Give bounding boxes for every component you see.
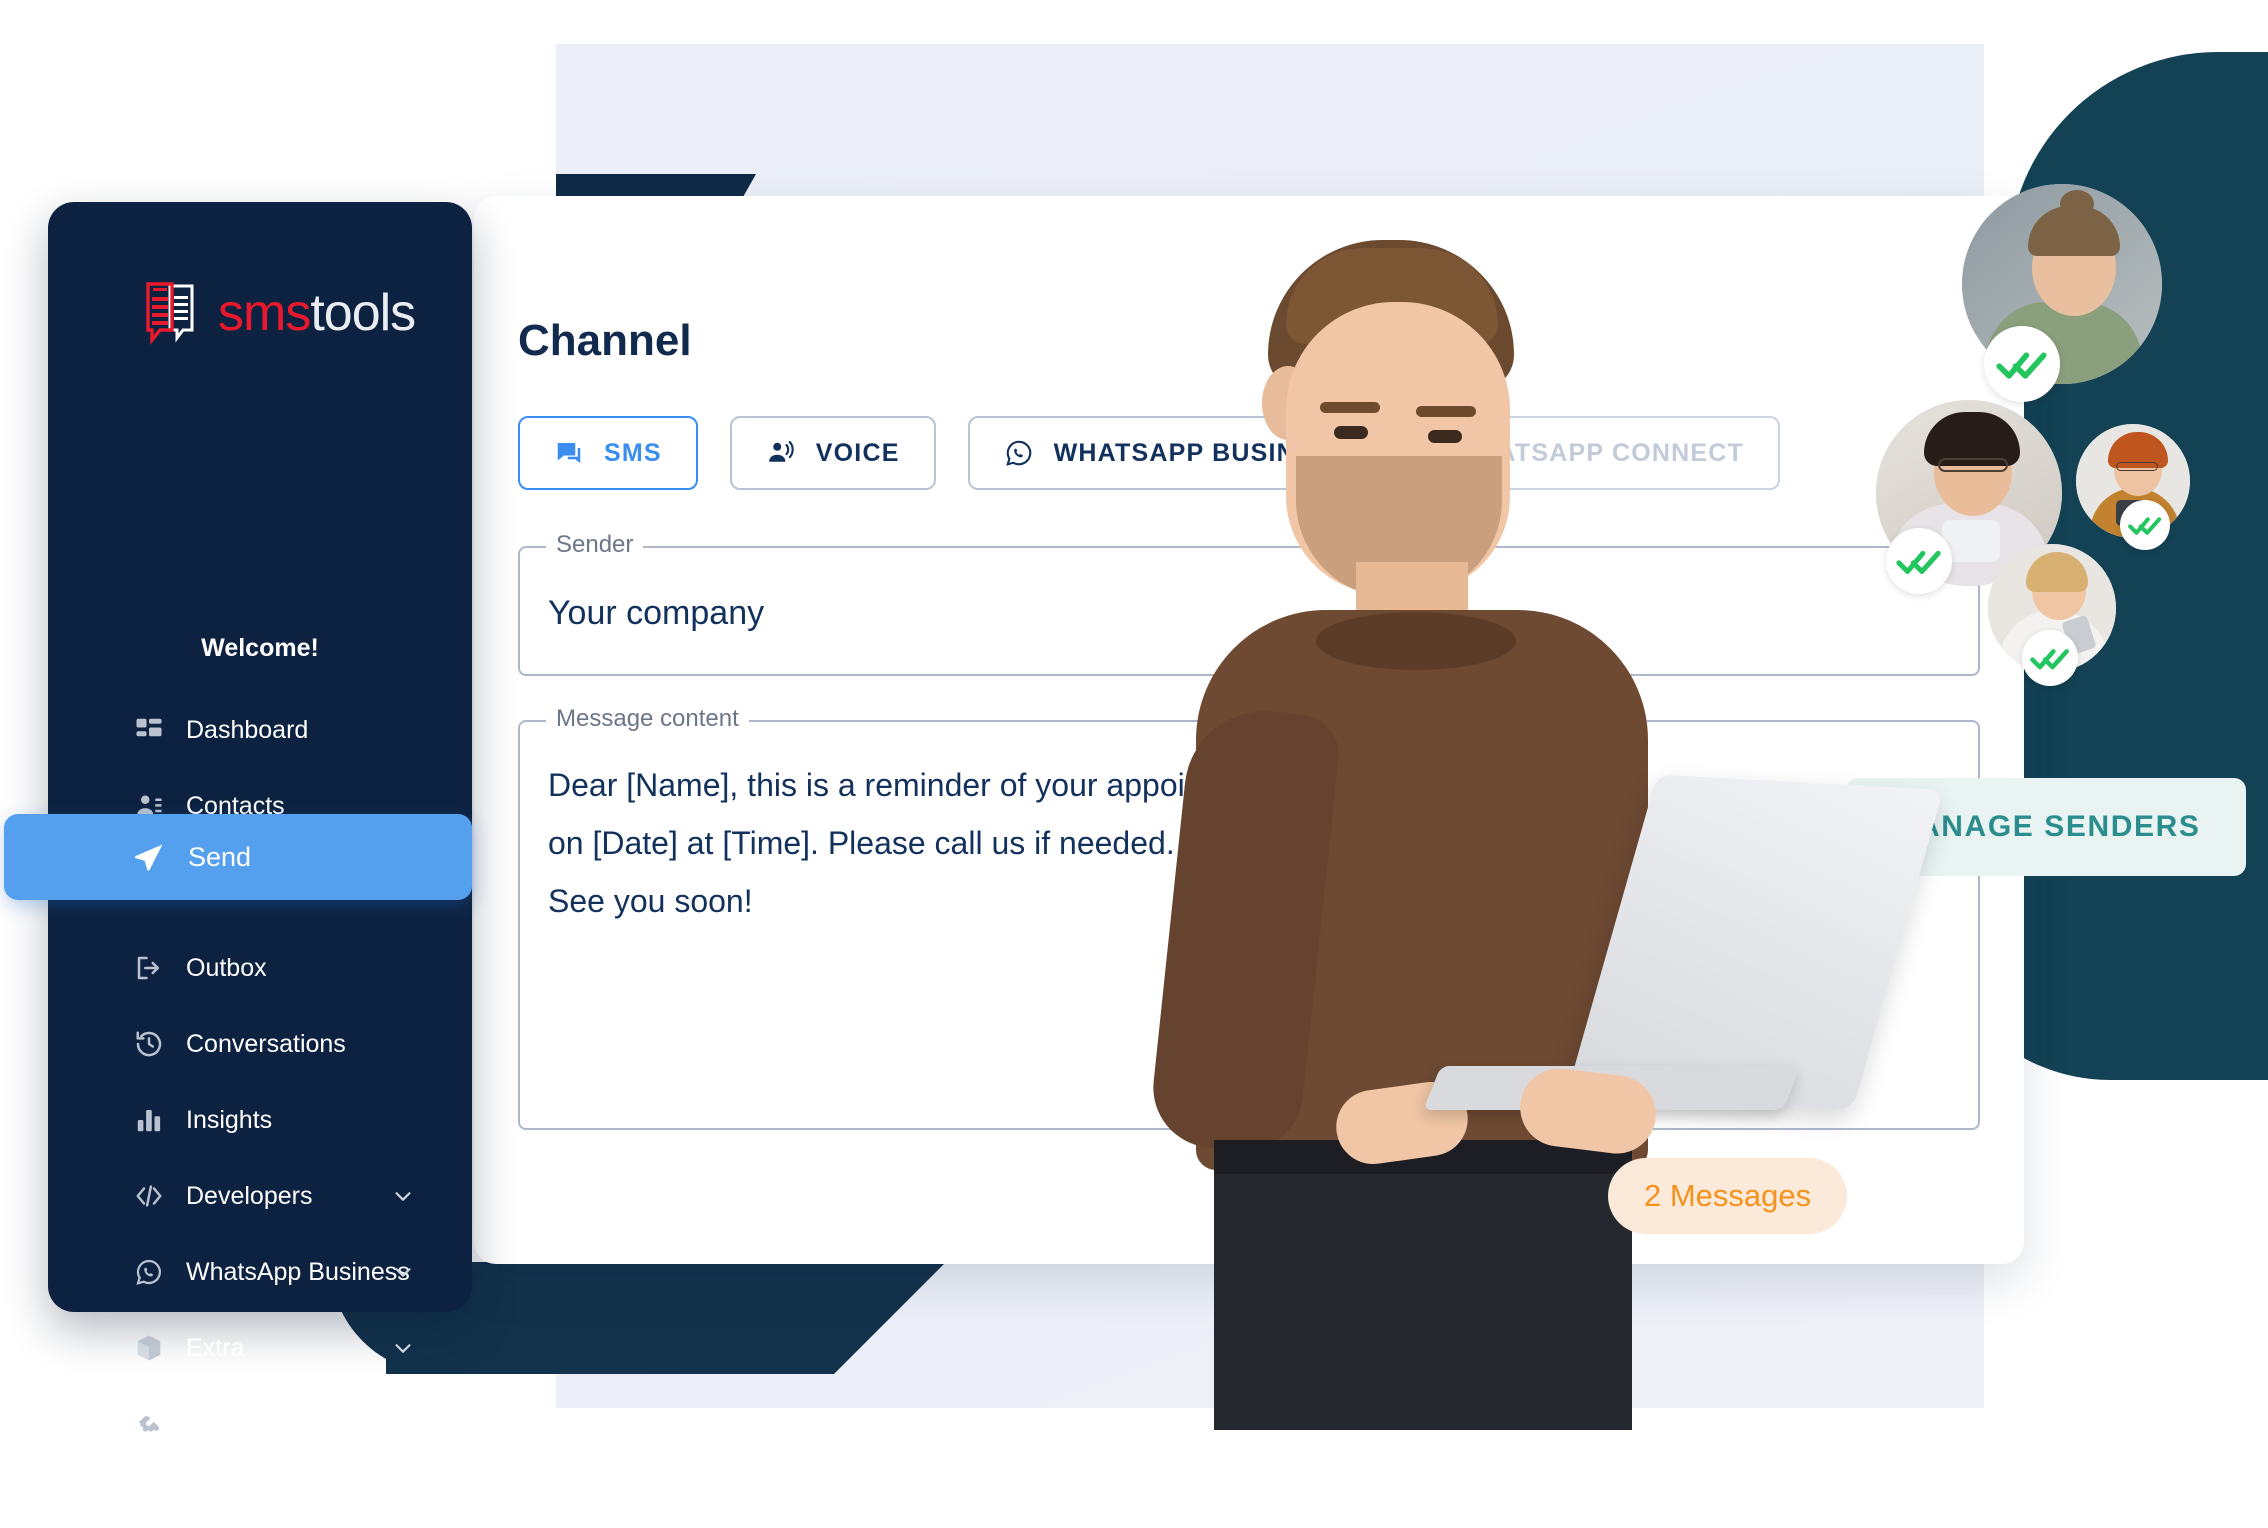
- outbox-icon: [132, 951, 166, 985]
- chevron-down-icon[interactable]: [392, 1185, 414, 1207]
- delivered-check-badge: [1984, 326, 2060, 402]
- sidebar-item-send[interactable]: Send: [4, 814, 472, 900]
- sidebar-item-dashboard-label: Dashboard: [186, 715, 309, 744]
- hero-person-photo: [1000, 240, 1944, 1430]
- chat-bubble-icon: [554, 438, 584, 468]
- sidebar-item-dashboard[interactable]: Dashboard: [48, 692, 472, 768]
- sidebar-item-white-label[interactable]: White label: [48, 1386, 472, 1462]
- code-brackets-icon: [132, 1179, 166, 1213]
- sidebar-item-developers[interactable]: Developers: [48, 1158, 472, 1234]
- brand-logo-tools: tools: [310, 284, 416, 342]
- history-clock-icon: [132, 1027, 166, 1061]
- delivered-check-badge: [1886, 528, 1952, 594]
- message-content-legend: Message content: [546, 705, 749, 733]
- sidebar-item-outbox[interactable]: Outbox: [48, 930, 472, 1006]
- delivered-check-badge: [2022, 630, 2078, 686]
- chevron-down-icon[interactable]: [392, 1337, 414, 1359]
- screenshot-stage: Channel SMS VOICE WHATSAPP BUSINESS WHAT…: [0, 0, 2268, 1528]
- tab-sms[interactable]: SMS: [518, 416, 698, 490]
- chevron-down-icon[interactable]: [392, 1261, 414, 1283]
- sidebar-item-outbox-label: Outbox: [186, 953, 267, 982]
- brand-logo-text: smstools: [218, 284, 416, 342]
- tab-sms-label: SMS: [604, 438, 662, 467]
- chat-phone-logo-icon: [140, 280, 202, 346]
- box-3d-icon: [132, 1331, 166, 1365]
- voice-person-icon: [766, 438, 796, 468]
- sidebar-item-insights-label: Insights: [186, 1105, 273, 1134]
- handshake-icon: [132, 1407, 166, 1441]
- sender-field-value: Your company: [548, 594, 765, 632]
- sidebar-item-extra-label: Extra: [186, 1333, 245, 1362]
- whatsapp-icon: [132, 1255, 166, 1289]
- message-count-badge: 2 Messages: [1608, 1158, 1848, 1234]
- tab-voice-label: VOICE: [815, 438, 900, 467]
- sidebar-item-insights[interactable]: Insights: [48, 1082, 472, 1158]
- brand-logo[interactable]: smstools: [140, 280, 416, 346]
- avatar-blonde-woman[interactable]: [1988, 544, 2116, 686]
- sidebar-item-conversations-label: Conversations: [186, 1029, 346, 1058]
- sidebar-item-send-label: Send: [188, 841, 252, 872]
- sidebar-item-conversations[interactable]: Conversations: [48, 1006, 472, 1082]
- sidebar-item-extra[interactable]: Extra: [48, 1310, 472, 1386]
- send-plane-icon: [132, 840, 166, 874]
- sidebar-nav: Dashboard Contacts Send Outbox Conversat…: [4, 692, 472, 1462]
- delivered-check-badge: [2120, 500, 2170, 550]
- welcome-text: Welcome!: [201, 634, 319, 662]
- sender-field-legend: Sender: [546, 531, 644, 559]
- sidebar-item-developers-label: Developers: [186, 1181, 313, 1210]
- tab-voice[interactable]: VOICE: [729, 416, 936, 490]
- sidebar: smstools Welcome! Dashboard Contacts Sen…: [4, 202, 472, 1438]
- bar-chart-icon: [132, 1103, 166, 1137]
- avatar-red-hair[interactable]: [2076, 424, 2190, 550]
- sidebar-item-whatsapp-business[interactable]: WhatsApp Business: [48, 1234, 472, 1310]
- brand-logo-sms: sms: [218, 284, 311, 342]
- page-title: Channel: [518, 316, 692, 365]
- avatar-man-bun[interactable]: [1962, 184, 2162, 402]
- sidebar-item-whatsapp-business-label: WhatsApp Business: [186, 1257, 410, 1286]
- dashboard-icon: [132, 713, 166, 747]
- sidebar-item-white-label-label: White label: [186, 1409, 310, 1438]
